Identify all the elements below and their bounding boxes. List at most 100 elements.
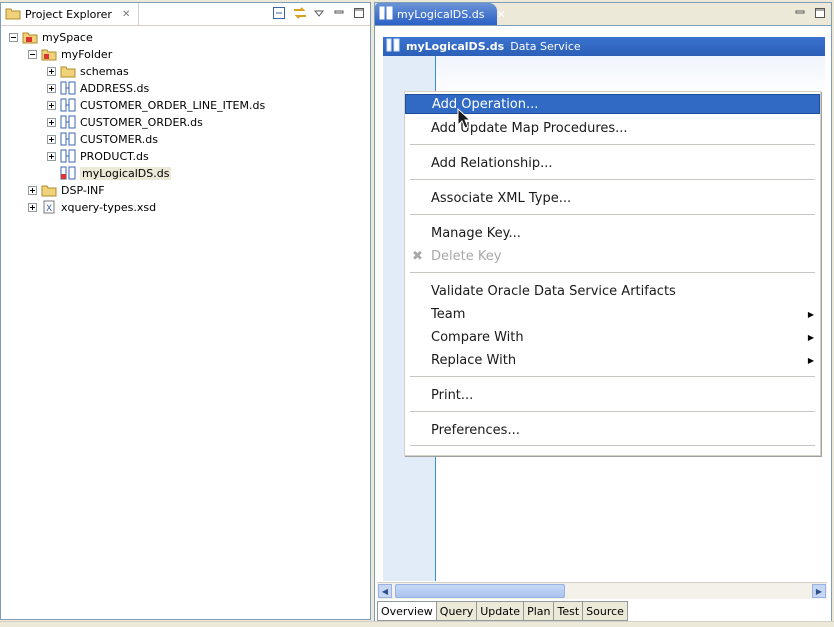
- expand-toggle[interactable]: [47, 117, 56, 127]
- minimize-icon[interactable]: [793, 6, 807, 20]
- menu-item-label: Replace With: [431, 352, 517, 368]
- tab-query[interactable]: Query: [436, 601, 478, 621]
- project-icon: [22, 30, 38, 44]
- menu-item-label: Manage Key...: [431, 225, 521, 241]
- tree-label: ADDRESS.ds: [80, 81, 150, 95]
- menu-separator: [410, 272, 815, 273]
- menu-item-manage-key[interactable]: Manage Key...: [405, 223, 820, 243]
- tree-item-mylogicalds[interactable]: myLogicalDS.ds: [60, 165, 172, 181]
- collapse-toggle[interactable]: [28, 49, 37, 59]
- project-explorer-tab[interactable]: Project Explorer ✕: [1, 3, 140, 25]
- status-strip: [0, 621, 834, 627]
- view-menu-icon[interactable]: [312, 6, 326, 20]
- menu-item-label: Compare With: [431, 329, 524, 345]
- tab-source[interactable]: Source: [583, 601, 628, 621]
- menu-separator: [410, 445, 815, 446]
- menu-item-preferences[interactable]: Preferences...: [405, 420, 820, 440]
- data-service-icon: [60, 149, 76, 163]
- editor-header-band: [436, 56, 825, 96]
- horizontal-scrollbar[interactable]: ◀ ▶: [377, 582, 827, 599]
- expand-toggle[interactable]: [47, 151, 56, 161]
- context-menu: Add Operation... Add Update Map Procedur…: [404, 91, 821, 456]
- menu-item-label: Preferences...: [431, 422, 520, 438]
- menu-separator: [410, 376, 815, 377]
- menu-item-label: Add Operation...: [432, 96, 539, 112]
- scroll-right-icon[interactable]: ▶: [812, 584, 826, 598]
- folder-icon: [5, 6, 21, 23]
- xsd-file-icon: X: [41, 200, 57, 214]
- menu-item-validate[interactable]: Validate Oracle Data Service Artifacts: [405, 281, 820, 301]
- tree-item-customer-order[interactable]: CUSTOMER_ORDER.ds: [47, 114, 203, 130]
- tree-item-address[interactable]: ADDRESS.ds: [47, 80, 149, 96]
- close-icon[interactable]: ✕: [496, 8, 505, 21]
- folder-icon: [60, 64, 76, 78]
- menu-item-replace-with[interactable]: Replace With ▶: [405, 350, 820, 370]
- data-service-icon: [386, 38, 400, 55]
- submenu-arrow-icon: ▶: [807, 355, 814, 365]
- close-icon[interactable]: ✕: [122, 9, 130, 20]
- expand-toggle[interactable]: [47, 83, 56, 93]
- collapse-all-icon[interactable]: [272, 6, 286, 20]
- delete-icon: ✖: [412, 248, 423, 264]
- menu-item-associate-xml-type[interactable]: Associate XML Type...: [405, 188, 820, 208]
- menu-item-team[interactable]: Team ▶: [405, 304, 820, 324]
- expand-toggle[interactable]: [28, 185, 37, 195]
- menu-item-label: Delete Key: [431, 248, 502, 264]
- tree-label: CUSTOMER.ds: [80, 132, 158, 146]
- tree-label: DSP-INF: [61, 183, 105, 197]
- scrollbar-thumb[interactable]: [395, 584, 565, 598]
- expand-toggle[interactable]: [47, 134, 56, 144]
- tree-item-myfolder[interactable]: myFolder: [28, 46, 112, 62]
- project-explorer-panel: Project Explorer ✕ mySpace myFolder sche…: [0, 2, 371, 620]
- menu-item-label: Validate Oracle Data Service Artifacts: [431, 283, 676, 299]
- tree-label: CUSTOMER_ORDER_LINE_ITEM.ds: [80, 98, 266, 112]
- menu-item-compare-with[interactable]: Compare With ▶: [405, 327, 820, 347]
- submenu-arrow-icon: ▶: [807, 309, 814, 319]
- tab-test[interactable]: Test: [554, 601, 584, 621]
- expand-toggle[interactable]: [28, 202, 37, 212]
- editor-tab-label: myLogicalDS.ds: [397, 7, 485, 21]
- tree-label: schemas: [80, 64, 129, 78]
- menu-item-label: Associate XML Type...: [431, 190, 572, 206]
- tree-item-customer[interactable]: CUSTOMER.ds: [47, 131, 158, 147]
- logical-data-service-icon: [60, 166, 76, 180]
- tree-label: xquery-types.xsd: [61, 200, 157, 214]
- banner-type: Data Service: [510, 40, 581, 53]
- menu-separator: [410, 411, 815, 412]
- maximize-icon[interactable]: [352, 6, 366, 20]
- data-service-icon: [60, 81, 76, 95]
- menu-item-label: Print...: [431, 387, 474, 403]
- project-explorer-titlebar: Project Explorer ✕: [1, 3, 370, 26]
- tree-item-schemas[interactable]: schemas: [47, 63, 129, 79]
- collapse-toggle[interactable]: [9, 32, 18, 42]
- menu-item-print[interactable]: Print...: [405, 385, 820, 405]
- tree-item-myspace[interactable]: mySpace: [9, 29, 93, 45]
- editor-titlebar: myLogicalDS.ds ✕: [375, 3, 831, 26]
- menu-separator: [410, 179, 815, 180]
- tab-overview[interactable]: Overview: [377, 601, 437, 621]
- menu-item-delete-key: ✖ Delete Key: [405, 246, 820, 266]
- menu-item-add-relationship[interactable]: Add Relationship...: [405, 153, 820, 173]
- tree-item-dsp-inf[interactable]: DSP-INF: [28, 182, 105, 198]
- tab-update[interactable]: Update: [477, 601, 525, 621]
- submenu-arrow-icon: ▶: [807, 332, 814, 342]
- tree-item-xquery-types[interactable]: X xquery-types.xsd: [28, 199, 156, 215]
- data-service-icon: [60, 98, 76, 112]
- editor-tab[interactable]: myLogicalDS.ds ✕: [375, 3, 506, 25]
- tree-item-customer-order-line-item[interactable]: CUSTOMER_ORDER_LINE_ITEM.ds: [47, 97, 265, 113]
- minimize-icon[interactable]: [332, 6, 346, 20]
- folder-icon: [41, 183, 57, 197]
- expand-toggle[interactable]: [47, 100, 56, 110]
- tab-plan[interactable]: Plan: [524, 601, 555, 621]
- tree-label: myLogicalDS.ds: [80, 166, 172, 180]
- menu-item-label: Team: [431, 306, 466, 322]
- menu-item-label: Add Relationship...: [431, 155, 553, 171]
- data-service-icon: [60, 115, 76, 129]
- menu-separator: [410, 214, 815, 215]
- scroll-left-icon[interactable]: ◀: [378, 584, 392, 598]
- tree-item-product[interactable]: PRODUCT.ds: [47, 148, 149, 164]
- expand-toggle[interactable]: [47, 66, 56, 76]
- link-with-editor-icon[interactable]: [292, 6, 306, 20]
- data-service-banner: myLogicalDS.ds Data Service: [383, 37, 825, 56]
- maximize-icon[interactable]: [813, 6, 827, 20]
